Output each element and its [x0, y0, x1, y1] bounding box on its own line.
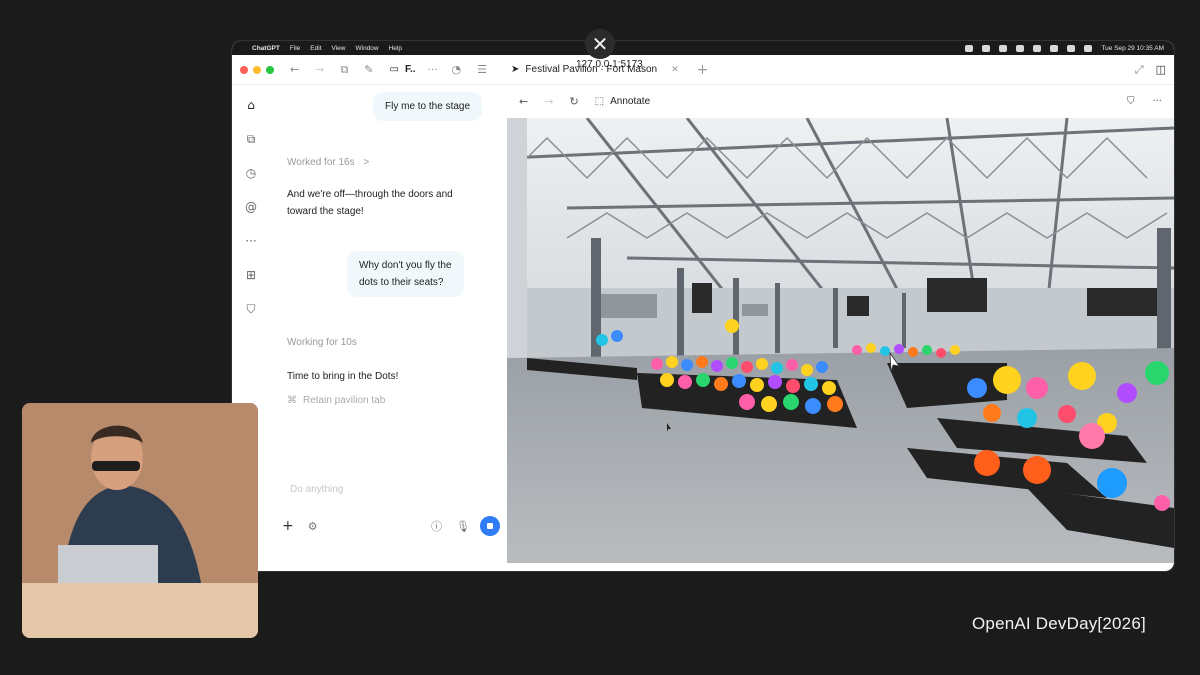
- pavilion-scene: [507, 118, 1174, 563]
- app-window: ChatGPT File Edit View Window Help Tue S…: [232, 41, 1174, 571]
- stop-button[interactable]: [480, 516, 500, 536]
- tab-strip: ← → ⧉ ✎ ▭ F.. ··· ◔ ☰ ➤ Festival Pavilio…: [232, 55, 1174, 85]
- more-icon[interactable]: ···: [428, 64, 438, 75]
- menu-edit[interactable]: Edit: [310, 45, 321, 52]
- wifi-icon[interactable]: [1050, 44, 1059, 52]
- sidebar-toggle-icon[interactable]: ◫: [1156, 63, 1166, 76]
- speed-icon[interactable]: ◔: [452, 63, 462, 76]
- menu-clock[interactable]: Tue Sep 29 10:35 AM: [1101, 45, 1164, 52]
- message-text: toward the stage!: [287, 206, 364, 217]
- chat-panel: Fly me to the stage Worked for 16s > And…: [270, 85, 507, 571]
- close-window-button[interactable]: [240, 65, 248, 74]
- message-text: dots to their seats?: [359, 277, 444, 288]
- folder-icon: ▭: [389, 64, 399, 75]
- folder-tab[interactable]: ▭ F.. ···: [390, 64, 438, 75]
- microphone-icon[interactable]: 🎙: [456, 520, 470, 533]
- at-icon[interactable]: @: [241, 197, 261, 217]
- forward-arrow-icon[interactable]: →: [544, 95, 553, 108]
- message-text: Fly me to the stage: [385, 101, 471, 112]
- annotate-label: Annotate: [610, 96, 651, 107]
- composer-toolbar: + ⚙ ⓘ 🎙: [282, 513, 500, 539]
- back-arrow-icon[interactable]: ←: [519, 95, 528, 108]
- user-message: Fly me to the stage: [373, 92, 483, 121]
- menu-view[interactable]: View: [332, 45, 346, 52]
- status-tray: Tue Sep 29 10:35 AM: [965, 44, 1164, 52]
- message-text: Time to bring in the Dots!: [287, 371, 399, 382]
- copy-icon[interactable]: ⧉: [241, 129, 261, 149]
- cloud-icon[interactable]: [999, 44, 1008, 52]
- menu-app-name[interactable]: ChatGPT: [252, 45, 280, 52]
- list-icon[interactable]: ☰: [477, 63, 487, 76]
- search-icon[interactable]: [1067, 44, 1076, 52]
- battery-icon[interactable]: [1033, 44, 1042, 52]
- add-attachment-button[interactable]: +: [282, 518, 294, 534]
- task-item[interactable]: ⌘ Retain pavilion tab: [287, 395, 385, 406]
- close-icon: ✕: [591, 32, 609, 56]
- tray-icon[interactable]: [982, 44, 991, 52]
- assistant-message: And we're off—through the doors and towa…: [287, 186, 453, 220]
- menu-help[interactable]: Help: [389, 45, 402, 52]
- presenter-video: [22, 403, 258, 638]
- forward-arrow-icon[interactable]: →: [315, 63, 324, 76]
- message-text: Why don't you fly the: [359, 260, 452, 271]
- browser-pane: ← → ↻ ⬚ Annotate ⛉ ···: [507, 85, 1174, 571]
- browser-toolbar: ← → ↻ ⬚ Annotate ⛉ ···: [507, 85, 1174, 118]
- web-viewport[interactable]: [507, 118, 1174, 563]
- composer-input[interactable]: Do anything: [290, 484, 343, 495]
- home-icon[interactable]: ⌂: [241, 95, 261, 115]
- apps-icon[interactable]: ⊞: [241, 265, 261, 285]
- task-text: Retain pavilion tab: [303, 395, 386, 406]
- more-icon[interactable]: ···: [1152, 96, 1162, 107]
- expand-icon[interactable]: ⤢: [1135, 63, 1144, 77]
- status-text: Worked for 16s: [287, 157, 355, 168]
- compose-icon[interactable]: ✎: [364, 63, 373, 76]
- status-worked[interactable]: Worked for 16s >: [287, 157, 369, 168]
- more-icon[interactable]: ···: [241, 231, 261, 251]
- assistant-message: Time to bring in the Dots!: [287, 368, 398, 385]
- user-message: Why don't you fly the dots to their seat…: [347, 251, 464, 297]
- presenter-figure: [22, 403, 258, 638]
- tray-icon[interactable]: [965, 44, 974, 52]
- menu-file[interactable]: File: [290, 45, 300, 52]
- annotate-button[interactable]: ⬚ Annotate: [595, 96, 651, 107]
- chevron-right-icon: >: [363, 157, 370, 168]
- overlay-close-button[interactable]: ✕: [585, 29, 615, 59]
- back-arrow-icon[interactable]: ←: [290, 63, 299, 76]
- stop-icon: [487, 523, 493, 529]
- url-display[interactable]: 127.0.0.1:5173: [576, 59, 643, 70]
- new-tab-button[interactable]: +: [697, 62, 709, 78]
- shield-icon[interactable]: ⛉: [241, 299, 261, 319]
- reload-icon[interactable]: ↻: [569, 95, 578, 108]
- shield-icon[interactable]: ⛉: [1127, 96, 1135, 107]
- message-text: And we're off—through the doors and: [287, 189, 453, 200]
- status-working: Working for 10s: [287, 337, 357, 348]
- history-icon[interactable]: ◷: [241, 163, 261, 183]
- minimize-window-button[interactable]: [253, 65, 261, 74]
- mac-menu-bar: ChatGPT File Edit View Window Help Tue S…: [232, 41, 1174, 55]
- info-icon[interactable]: ⓘ: [431, 518, 442, 534]
- new-window-icon[interactable]: ⧉: [340, 63, 348, 77]
- status-text: Working for 10s: [287, 337, 357, 348]
- menu-window[interactable]: Window: [355, 45, 378, 52]
- zoom-window-button[interactable]: [266, 65, 274, 74]
- window-controls: [240, 65, 274, 74]
- event-branding: OpenAI DevDay[2026]: [972, 614, 1146, 633]
- annotate-icon: ⬚: [594, 96, 605, 107]
- task-icon: ⌘: [287, 395, 297, 406]
- tray-icon[interactable]: [1016, 44, 1025, 52]
- close-tab-icon[interactable]: ✕: [671, 65, 679, 75]
- settings-icon[interactable]: ⚙: [308, 520, 318, 533]
- control-center-icon[interactable]: [1084, 44, 1093, 52]
- cursor-icon: ➤: [511, 64, 520, 75]
- folder-tab-label: F..: [404, 64, 416, 75]
